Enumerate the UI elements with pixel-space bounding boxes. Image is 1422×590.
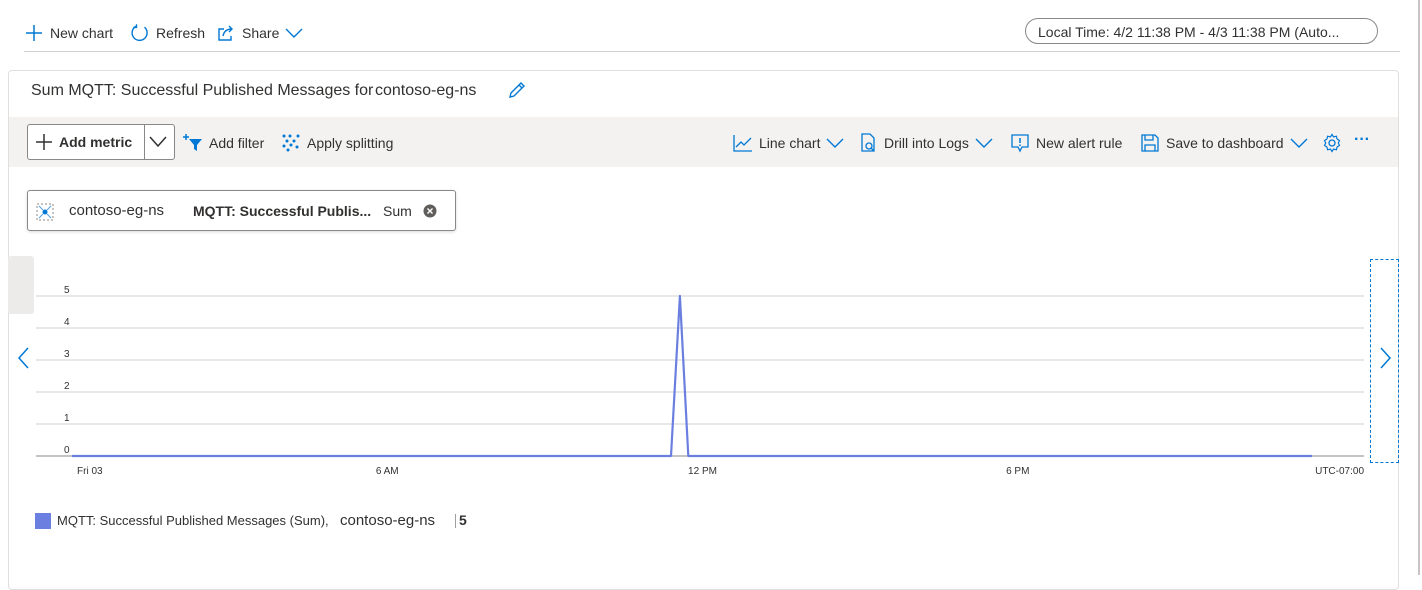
y-tick-label: 0 (64, 445, 70, 456)
timezone-label: UTC-07:00 (1315, 466, 1364, 477)
y-tick-label: 5 (64, 285, 70, 296)
x-tick-label: 6 AM (376, 466, 399, 477)
x-tick-label: 12 PM (688, 466, 717, 477)
y-tick-label: 2 (64, 381, 70, 392)
legend-separator (455, 514, 456, 528)
line-chart-plot: 0 1 2 3 4 5 Fri 03 6 AM 12 PM 6 PM UTC-07:00 (36, 285, 1364, 477)
legend-swatch (35, 513, 51, 529)
x-tick-label: 6 PM (1006, 466, 1029, 477)
series-line (72, 294, 1312, 458)
legend-metric-name: MQTT: Successful Published Messages (Sum… (57, 513, 329, 528)
y-tick-label: 4 (64, 317, 70, 328)
legend-value: 5 (459, 512, 467, 528)
y-tick-label: 3 (64, 349, 70, 360)
x-tick-label: Fri 03 (77, 466, 103, 477)
legend-resource: contoso-eg-ns (340, 512, 436, 529)
y-tick-label: 1 (64, 413, 70, 424)
